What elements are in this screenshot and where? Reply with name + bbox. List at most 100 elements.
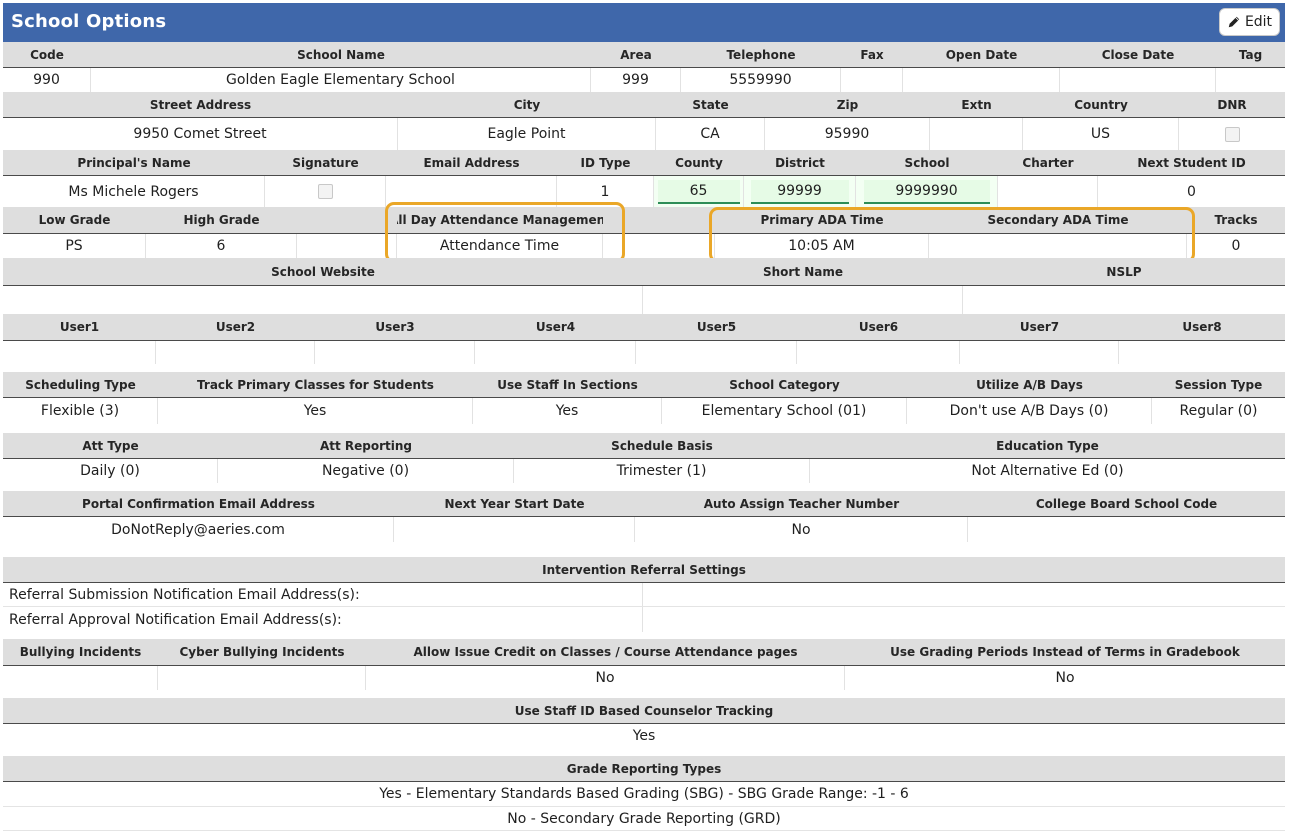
city-value: Eagle Point: [398, 118, 656, 150]
edit-button[interactable]: Edit: [1219, 8, 1280, 36]
all-day-attendance-header: All Day Attendance Management: [397, 213, 603, 227]
edit-button-label: Edit: [1244, 14, 1273, 30]
empty-header-2: [603, 207, 715, 233]
session-type-value: Regular (0): [1179, 403, 1258, 419]
attendance-header: Low Grade High Grade All Day Attendance …: [3, 207, 1285, 233]
user-fields-values: [3, 340, 1285, 364]
next-year-start-value: [394, 517, 635, 542]
extn-header: Extn: [961, 97, 992, 112]
bullying-values: No No: [3, 665, 1285, 690]
user7-value: [960, 341, 1119, 364]
bullying-header: Bullying Incidents Cyber Bullying Incide…: [3, 639, 1285, 665]
scheduling-type-header: Scheduling Type: [25, 377, 136, 392]
district-input[interactable]: 99999: [750, 179, 849, 204]
street-address-value: 9950 Comet Street: [3, 118, 398, 150]
extn-value: [930, 118, 1023, 150]
scheduling-header: Scheduling Type Track Primary Classes fo…: [3, 372, 1285, 397]
grade-reporting-sbg: Yes - Elementary Standards Based Grading…: [379, 786, 909, 802]
school-website-value: [3, 286, 643, 314]
referral-submission-value: [643, 583, 1285, 606]
website-values: [3, 285, 1285, 314]
auto-assign-teacher-header: Auto Assign Teacher Number: [703, 496, 900, 511]
area-header: Area: [620, 47, 652, 62]
signature-header: Signature: [292, 155, 359, 170]
school-category-value: Elementary School (01): [662, 398, 907, 424]
att-type-header: Att Type Att Reporting Schedule Basis Ed…: [3, 433, 1285, 458]
school-input[interactable]: 9999990: [863, 179, 990, 204]
allow-issue-credit-value: No: [366, 666, 845, 690]
user1-header: User1: [59, 320, 100, 334]
state-value: CA: [656, 118, 765, 150]
id-type-value: 1: [557, 176, 654, 207]
att-reporting-value: Negative (0): [218, 459, 514, 483]
country-value: US: [1023, 118, 1179, 150]
principal-values: Ms Michele Rogers 1 65 99999 9999990 0: [3, 175, 1285, 207]
title-bar: School Options Edit: [3, 3, 1285, 42]
secondary-ada-time-header: Secondary ADA Time: [987, 213, 1129, 227]
utilize-ab-days-header: Utilize A/B Days: [976, 377, 1083, 392]
school-name-header: School Name: [297, 47, 385, 62]
user8-header: User8: [1182, 320, 1222, 334]
fax-header: Fax: [860, 47, 884, 62]
bullying-incidents-header: Bullying Incidents: [19, 645, 142, 659]
cyber-bullying-header: Cyber Bullying Incidents: [179, 645, 345, 659]
short-name-header: Short Name: [762, 264, 844, 279]
counselor-tracking-values: Yes: [3, 723, 1285, 748]
county-header: County: [675, 155, 723, 170]
intervention-referral-title: Intervention Referral Settings: [542, 562, 746, 577]
counselor-tracking-value: Yes: [632, 728, 656, 744]
website-header: School Website Short Name NSLP: [3, 258, 1285, 285]
referral-submission-label: Referral Submission Notification Email A…: [3, 583, 643, 606]
tracks-header: Tracks: [1214, 213, 1258, 227]
open-date-header: Open Date: [945, 47, 1018, 62]
scheduling-values: Flexible (3) Yes Yes Elementary School (…: [3, 397, 1285, 424]
user3-value: [315, 341, 475, 364]
auto-assign-teacher-value: No: [635, 517, 968, 542]
next-year-start-header: Next Year Start Date: [444, 496, 585, 511]
nslp-value: [963, 286, 1285, 314]
user1-value: [3, 341, 156, 364]
dnr-checkbox[interactable]: [1224, 126, 1240, 142]
session-type-header: Session Type: [1174, 377, 1263, 392]
portal-email-header: Portal Confirmation Email Address: [82, 496, 315, 511]
user8-value: [1119, 341, 1285, 364]
next-student-id-value: 0: [1187, 183, 1196, 200]
zip-header: Zip: [836, 97, 859, 112]
street-address-header: Street Address: [149, 97, 252, 112]
use-staff-in-sections-value: Yes: [473, 398, 662, 424]
schedule-basis-value: Trimester (1): [514, 459, 810, 483]
intervention-referral-header: Intervention Referral Settings: [3, 557, 1285, 582]
pencil-icon: [1228, 16, 1240, 28]
id-type-header: ID Type: [580, 155, 631, 170]
user5-header: User5: [696, 320, 737, 334]
user6-header: User6: [858, 320, 899, 334]
user-fields-header: User1 User2 User3 User4 User5 User6 User…: [3, 314, 1285, 340]
address-header: Street Address City State Zip Extn Count…: [3, 92, 1285, 117]
schedule-basis-header: Schedule Basis: [611, 438, 713, 453]
att-reporting-header: Att Reporting: [319, 438, 413, 453]
school-name-value: Golden Eagle Elementary School: [91, 68, 591, 92]
primary-ada-time-value: 10:05 AM: [715, 234, 929, 258]
district-cell: 99999: [744, 176, 856, 207]
principal-name-value: Ms Michele Rogers: [3, 176, 265, 207]
email-address-value: [386, 176, 557, 207]
scheduling-type-value: Flexible (3): [3, 398, 158, 424]
low-grade-header: Low Grade: [38, 213, 111, 227]
county-input[interactable]: 65: [657, 179, 740, 204]
empty-value-1: [297, 234, 397, 258]
school-cell: 9999990: [856, 176, 998, 207]
bullying-incidents-value: [3, 666, 158, 690]
school-website-header: School Website: [271, 264, 375, 279]
counselor-tracking-header: Use Staff ID Based Counselor Tracking: [3, 698, 1285, 723]
tag-header: Tag: [1238, 47, 1263, 62]
grade-reporting-row-2: No - Secondary Grade Reporting (GRD): [3, 806, 1285, 831]
use-staff-in-sections-header: Use Staff In Sections: [497, 377, 638, 392]
short-name-value: [643, 286, 963, 314]
principal-header: Principal's Name Signature Email Address…: [3, 150, 1285, 175]
primary-ada-time-header: Primary ADA Time: [760, 213, 884, 227]
att-type-label: Att Type: [82, 438, 139, 453]
signature-checkbox[interactable]: [317, 184, 333, 199]
utilize-ab-days-value: Don't use A/B Days (0): [907, 398, 1152, 424]
signature-cell: [265, 176, 386, 207]
portal-values: DoNotReply@aeries.com No: [3, 516, 1285, 542]
